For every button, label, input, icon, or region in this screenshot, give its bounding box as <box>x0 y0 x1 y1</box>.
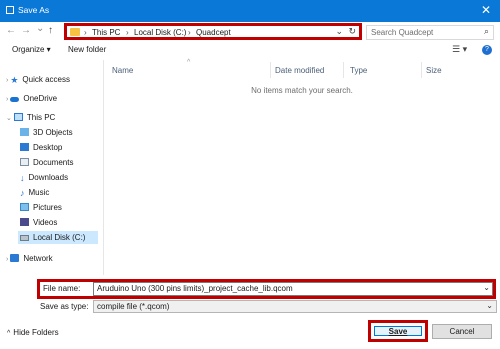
breadcrumb-this-pc[interactable]: This PC <box>92 28 120 37</box>
sidebar-item-music[interactable]: ♪ Music <box>20 186 49 199</box>
title-bar: Save As ✕ <box>0 0 500 22</box>
empty-folder-message: No items match your search. <box>251 86 353 95</box>
sidebar-item-onedrive[interactable]: › OneDrive <box>6 92 57 105</box>
up-arrow-icon[interactable]: ↑ <box>48 25 53 36</box>
star-icon: ★ <box>10 75 19 85</box>
save-as-type-value: compile file (*.qcom) <box>97 302 170 311</box>
breadcrumb-quadcept[interactable]: Quadcept <box>196 28 231 37</box>
help-icon[interactable]: ? <box>482 45 492 55</box>
view-options-icon[interactable]: ☰ ▾ <box>452 44 467 55</box>
address-row: ← → ⌄ ↑ › This PC › Local Disk (C:) › Qu… <box>0 22 500 41</box>
breadcrumb-separator: › <box>84 28 87 37</box>
documents-icon <box>20 158 29 166</box>
recent-locations-icon[interactable]: ⌄ <box>36 23 44 34</box>
new-folder-button[interactable]: New folder <box>68 45 106 54</box>
3d-objects-icon <box>20 128 29 136</box>
sidebar-item-label: Desktop <box>33 143 63 152</box>
sidebar-item-label: Network <box>23 254 53 263</box>
sidebar-item-label: Downloads <box>28 173 69 182</box>
search-icon[interactable]: ⌕ <box>484 26 489 37</box>
network-icon <box>10 254 20 262</box>
forward-arrow-icon[interactable]: → <box>21 25 31 36</box>
sidebar-item-3d-objects[interactable]: 3D Objects <box>20 126 73 139</box>
file-name-row: File name: Aruduino Uno (300 pins limits… <box>37 279 496 299</box>
sidebar-item-desktop[interactable]: Desktop <box>20 141 62 154</box>
folder-icon <box>70 28 80 36</box>
cancel-button[interactable]: Cancel <box>432 324 492 339</box>
sidebar-item-this-pc[interactable]: ⌄ This PC <box>6 111 55 124</box>
sidebar-item-label: Videos <box>33 218 58 227</box>
save-button-highlight: Save <box>368 320 428 342</box>
sidebar-item-label: OneDrive <box>23 94 58 103</box>
hide-folders-toggle[interactable]: ^ Hide Folders <box>7 328 59 337</box>
search-placeholder: Search Quadcept <box>371 28 434 37</box>
sidebar-item-label: Local Disk (C:) <box>33 233 86 242</box>
column-divider[interactable] <box>421 62 422 78</box>
sidebar-item-label: Quick access <box>22 75 70 84</box>
column-header-size[interactable]: Size <box>426 66 442 75</box>
sidebar-item-label: This PC <box>26 113 56 122</box>
column-header-type[interactable]: Type <box>350 66 367 75</box>
address-dropdown-icon[interactable]: ⌄ <box>335 26 343 37</box>
save-as-type-select[interactable]: compile file (*.qcom) ⌄ <box>93 300 497 313</box>
back-arrow-icon[interactable]: ← <box>6 25 16 36</box>
refresh-icon[interactable]: ↻ <box>348 26 356 37</box>
caret-up-icon: ^ <box>7 330 11 337</box>
file-list: ^ Name Date modified Type Size No items … <box>104 59 500 275</box>
sidebar-item-label: 3D Objects <box>33 128 73 137</box>
save-as-type-dropdown-icon[interactable]: ⌄ <box>486 301 493 310</box>
address-bar[interactable]: › This PC › Local Disk (C:) › Quadcept ⌄… <box>64 23 362 40</box>
command-toolbar: Organize ▾ New folder ☰ ▾ ? <box>0 41 500 59</box>
file-name-value: Aruduino Uno (300 pins limits)_project_c… <box>97 284 293 293</box>
navigation-pane: › ★ Quick access › OneDrive ⌄ This PC 3D Obj… <box>0 60 104 275</box>
hide-folders-label: Hide Folders <box>13 328 59 337</box>
organize-button[interactable]: Organize ▾ <box>12 45 51 54</box>
computer-icon <box>13 113 23 121</box>
download-arrow-icon: ↓ <box>20 173 25 183</box>
column-divider[interactable] <box>343 62 344 78</box>
drive-icon <box>20 235 29 241</box>
music-note-icon: ♪ <box>20 188 25 198</box>
sidebar-item-pictures[interactable]: Pictures <box>20 201 62 214</box>
breadcrumb-separator: › <box>126 28 129 37</box>
sidebar-item-label: Documents <box>33 158 74 167</box>
dialog-footer: ^ Hide Folders Save Cancel <box>0 316 500 349</box>
sidebar-item-local-disk[interactable]: Local Disk (C:) <box>18 231 98 244</box>
sidebar-item-videos[interactable]: Videos <box>20 216 57 229</box>
sidebar-item-quick-access[interactable]: › ★ Quick access <box>6 73 70 86</box>
close-icon[interactable]: ✕ <box>481 3 491 17</box>
column-header-date-modified[interactable]: Date modified <box>275 66 324 75</box>
breadcrumb-separator: › <box>188 28 191 37</box>
window-title: Save As <box>18 5 50 15</box>
search-input[interactable]: Search Quadcept ⌕ <box>366 25 494 40</box>
sidebar-item-downloads[interactable]: ↓ Downloads <box>20 171 68 184</box>
column-header-name[interactable]: Name <box>112 66 133 75</box>
pictures-icon <box>20 203 29 211</box>
sidebar-item-label: Music <box>28 188 50 197</box>
sidebar-item-network[interactable]: › Network <box>6 252 53 265</box>
save-button[interactable]: Save <box>374 326 422 336</box>
file-name-input[interactable]: Aruduino Uno (300 pins limits)_project_c… <box>93 282 493 296</box>
videos-icon <box>20 218 29 226</box>
cloud-icon <box>10 97 20 102</box>
sidebar-item-label: Pictures <box>33 203 62 212</box>
sidebar-item-documents[interactable]: Documents <box>20 156 73 169</box>
column-divider[interactable] <box>270 62 271 78</box>
save-as-window-icon <box>6 6 14 14</box>
save-as-type-label: Save as type: <box>40 302 89 311</box>
sort-indicator-icon: ^ <box>187 59 191 66</box>
desktop-icon <box>20 143 29 151</box>
file-name-label: File name: <box>43 284 81 293</box>
breadcrumb-local-disk[interactable]: Local Disk (C:) <box>134 28 186 37</box>
file-name-dropdown-icon[interactable]: ⌄ <box>483 283 490 292</box>
